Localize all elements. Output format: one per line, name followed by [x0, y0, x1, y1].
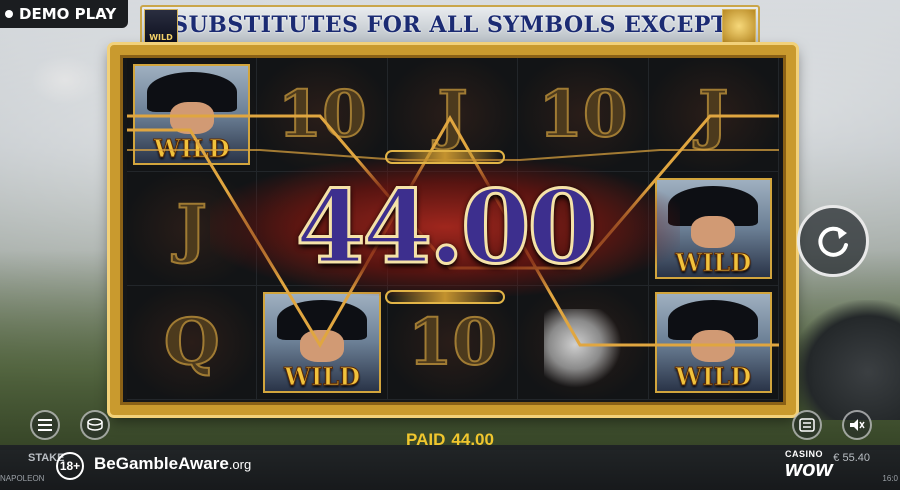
- big-win-amount: 44.00: [294, 167, 598, 288]
- begambleaware-link[interactable]: BeGambleAware.org: [94, 454, 251, 474]
- spin-button[interactable]: [797, 205, 869, 277]
- card-symbol: 10: [277, 76, 368, 153]
- banner-text: SUBSTITUTES FOR ALL SYMBOLS EXCEPT: [172, 12, 728, 38]
- background-horse-rider: [30, 55, 100, 105]
- spin-icon: [818, 226, 848, 257]
- bonus-symbol-icon: [722, 9, 756, 43]
- wild-label: WILD: [284, 362, 361, 392]
- age-restriction-badge: 18+: [56, 452, 84, 480]
- ornament-bottom: [385, 290, 505, 304]
- demo-play-badge: DEMO PLAY: [0, 0, 129, 28]
- reel-cell: [518, 286, 649, 400]
- ornament-top: [385, 150, 505, 164]
- card-symbol: J: [176, 190, 208, 267]
- begambleaware-text: BeGambleAware: [94, 454, 229, 473]
- card-symbol: 10: [537, 76, 628, 153]
- wild-symbol-icon: WILD: [144, 9, 178, 43]
- napoleon-face: [691, 330, 736, 362]
- reel-cell: Q: [127, 286, 258, 400]
- wild-label: WILD: [675, 362, 752, 392]
- reel-cell: WILD: [127, 58, 258, 172]
- casino-logo-bottom: wow: [785, 456, 833, 481]
- background-cannon: [790, 300, 900, 420]
- card-symbol: J: [697, 76, 729, 153]
- napoleon-face: [691, 216, 736, 248]
- paid-display: PAID 44.00: [0, 430, 900, 450]
- paid-label: PAID: [406, 430, 446, 449]
- demo-play-label: DEMO PLAY: [19, 5, 117, 23]
- wild-info-banner: WILD SUBSTITUTES FOR ALL SYMBOLS EXCEPT: [140, 5, 760, 45]
- reel-cell: 10: [257, 58, 388, 172]
- casino-wow-logo: CASINO wow: [785, 449, 833, 481]
- reel-cell: 10: [518, 58, 649, 172]
- card-symbol: J: [436, 76, 468, 153]
- big-win-display: 44.00: [210, 150, 680, 304]
- card-symbol: Q: [163, 304, 221, 381]
- reel-cell: J: [648, 58, 779, 172]
- game-name: NAPOLEON: [0, 474, 45, 483]
- demo-dot-icon: [5, 10, 13, 18]
- reel-cell: WILD: [257, 286, 388, 400]
- balance-value: € 55.40: [833, 452, 870, 464]
- reel-cell: WILD: [648, 286, 779, 400]
- napoleon-face: [300, 330, 345, 362]
- paid-amount: 44.00: [451, 430, 494, 449]
- napoleon-face: [169, 102, 214, 134]
- clock: 16:0: [882, 474, 898, 483]
- wild-symbol-icon-label: WILD: [149, 33, 173, 42]
- card-symbol: 10: [407, 304, 498, 381]
- wild-label: WILD: [675, 248, 752, 278]
- horse-symbol: [544, 308, 622, 388]
- begambleaware-suffix: .org: [228, 457, 252, 472]
